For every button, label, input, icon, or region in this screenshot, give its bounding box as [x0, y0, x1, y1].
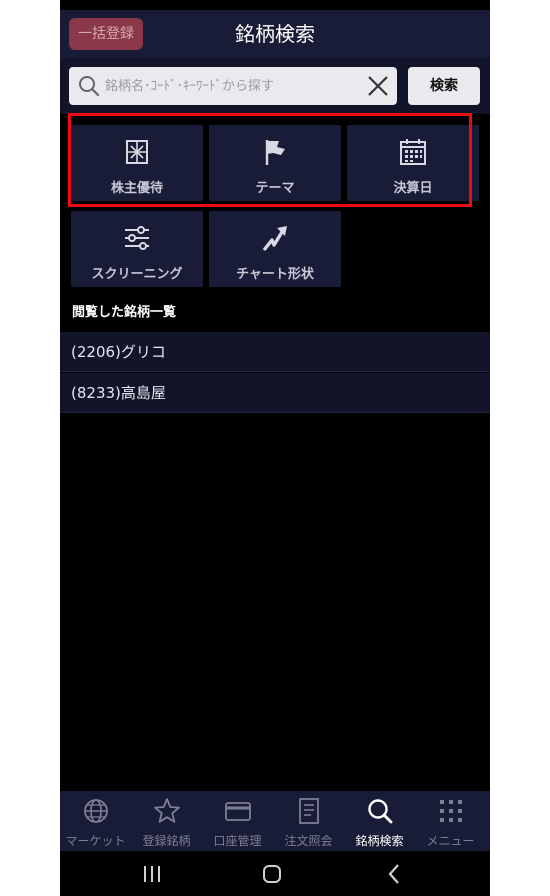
back-icon[interactable]: [374, 861, 414, 887]
tab-label: メニュー: [426, 834, 475, 848]
gift-icon: [126, 140, 148, 164]
search-icon: [367, 799, 392, 824]
bulk-register-button[interactable]: 一括登録: [69, 18, 143, 50]
app-header: 一括登録 銘柄検索: [60, 10, 490, 58]
search-icon: [79, 76, 100, 97]
calendar-icon: [400, 139, 426, 165]
tile-label: テーマ: [255, 181, 295, 196]
star-icon: [153, 798, 180, 823]
tile-shareholder-benefits[interactable]: 株主優待: [71, 125, 203, 201]
search-input[interactable]: [105, 67, 355, 105]
tab-label: 銘柄検索: [355, 834, 404, 848]
tile-label: 決算日: [393, 181, 433, 196]
tab-orders[interactable]: 注文照会: [273, 791, 344, 851]
globe-icon: [83, 799, 108, 823]
tile-chart-pattern[interactable]: チャート形状: [209, 211, 341, 287]
recent-stock-row[interactable]: (2206)グリコ: [60, 332, 490, 372]
flag-icon: [265, 140, 285, 165]
home-icon[interactable]: [252, 861, 292, 887]
recent-stock-row[interactable]: (8233)高島屋: [60, 373, 490, 413]
tab-label: マーケット: [65, 834, 126, 848]
card-icon: [224, 802, 251, 821]
recent-apps-icon[interactable]: [132, 861, 172, 887]
phone-screen: 一括登録 銘柄検索 検索 株主優待: [60, 0, 490, 896]
tab-watchlist[interactable]: 登録銘柄: [131, 791, 202, 851]
status-bar: [60, 0, 490, 10]
tab-label: 口座管理: [213, 834, 262, 848]
tab-label: 注文照会: [284, 834, 333, 848]
system-nav-bar: [60, 851, 490, 896]
document-icon: [298, 798, 319, 824]
tab-label: 登録銘柄: [142, 834, 191, 848]
search-bar: 検索: [60, 58, 490, 114]
tile-label: チャート形状: [236, 267, 314, 282]
clear-icon[interactable]: [367, 75, 389, 97]
tab-market[interactable]: マーケット: [60, 791, 131, 851]
recent-stocks-heading: 閲覧した銘柄一覧: [72, 305, 177, 320]
tile-label: スクリーニング: [91, 267, 183, 282]
bottom-tab-bar: マーケット 登録銘柄 口座管理 注文照会 銘柄検索 メニュー: [60, 791, 490, 851]
grid-icon: [439, 800, 462, 822]
trend-arrow-icon: [262, 226, 287, 252]
search-button[interactable]: 検索: [408, 67, 480, 105]
tab-stock-search[interactable]: 銘柄検索: [344, 791, 415, 851]
tile-screening[interactable]: スクリーニング: [71, 211, 203, 287]
tile-earnings-date[interactable]: 決算日: [347, 125, 479, 201]
tile-theme[interactable]: テーマ: [209, 125, 341, 201]
search-box[interactable]: [69, 67, 397, 105]
tile-label: 株主優待: [110, 181, 163, 196]
sliders-icon: [125, 226, 149, 250]
tab-account[interactable]: 口座管理: [202, 791, 273, 851]
tab-menu[interactable]: メニュー: [415, 791, 486, 851]
